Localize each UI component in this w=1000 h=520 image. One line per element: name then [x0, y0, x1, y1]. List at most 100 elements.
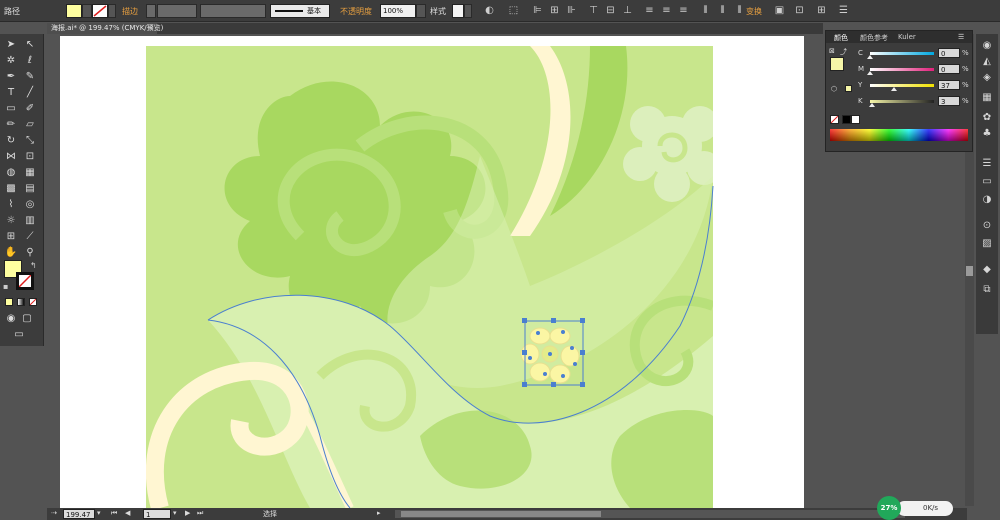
color-mode-icon[interactable]	[5, 298, 13, 306]
opacity-dropdown[interactable]	[416, 4, 426, 18]
brushes-icon[interactable]: ✿	[981, 112, 993, 124]
doc-info-icon[interactable]: ⇢	[51, 509, 57, 517]
panel-menu-icon[interactable]: ☰	[958, 33, 964, 41]
slice-tool-icon[interactable]: ⟋	[23, 230, 37, 244]
perspective-grid-tool-icon[interactable]: ▦	[23, 166, 37, 180]
yellow-slider-track[interactable]	[870, 84, 934, 87]
lasso-tool-icon[interactable]: ℓ	[23, 54, 37, 68]
none-mini-icon[interactable]: ⊠	[829, 47, 835, 55]
none-mode-icon[interactable]	[29, 298, 37, 306]
magic-wand-tool-icon[interactable]: ✲	[4, 54, 18, 68]
brush-definition-dropdown[interactable]: 基本	[270, 4, 330, 18]
align-middle-icon[interactable]: ⊟	[605, 5, 616, 16]
none-swatch[interactable]	[830, 115, 839, 124]
isolate-icon[interactable]: ▣	[774, 5, 785, 16]
rotate-tool-icon[interactable]: ↻	[4, 134, 18, 148]
canvas-area[interactable]	[47, 34, 823, 508]
cyan-slider-knob[interactable]	[867, 55, 873, 59]
pencil-tool-icon[interactable]: ✏	[4, 118, 18, 132]
network-speed-widget[interactable]: 0K/s 27%	[877, 496, 955, 520]
transparency-icon[interactable]: ◑	[981, 194, 993, 206]
eraser-tool-icon[interactable]: ▱	[23, 118, 37, 132]
last-artboard-icon[interactable]: ⏭	[197, 509, 203, 518]
width-tool-icon[interactable]: ⋈	[4, 150, 18, 164]
align-bottom-icon[interactable]: ⊥	[622, 5, 633, 16]
first-artboard-icon[interactable]: ⏮	[111, 509, 117, 518]
distribute-bottom-icon[interactable]: ≡	[678, 5, 689, 16]
vertical-scroll-thumb[interactable]	[966, 266, 973, 276]
stroke-weight-stepper[interactable]	[146, 4, 156, 18]
distribute-center-icon[interactable]: ⫴	[717, 5, 728, 16]
free-transform-tool-icon[interactable]: ⊡	[23, 150, 37, 164]
swap-mini-icon[interactable]: ⤴	[840, 47, 847, 57]
artboard-dropdown-icon[interactable]: ▾	[173, 509, 177, 517]
swap-fill-stroke-icon[interactable]: ↰	[30, 261, 37, 270]
black-slider-track[interactable]	[870, 100, 934, 103]
shape-builder-tool-icon[interactable]: ◍	[4, 166, 18, 180]
poster-artwork[interactable]	[60, 36, 804, 508]
control-menu-icon[interactable]: ☰	[838, 5, 849, 16]
gradient-mode-icon[interactable]	[17, 298, 25, 306]
opacity-label[interactable]: 不透明度	[340, 6, 372, 17]
stroke-panel-icon[interactable]: ☰	[981, 158, 993, 170]
gradient-tool-icon[interactable]: ▤	[23, 182, 37, 196]
fill-swatch[interactable]	[66, 4, 82, 18]
graphic-style-swatch[interactable]	[452, 4, 464, 18]
artboard-number-field[interactable]: 1	[143, 509, 171, 519]
rectangle-tool-icon[interactable]: ▭	[4, 102, 18, 116]
column-graph-tool-icon[interactable]: ▥	[23, 214, 37, 228]
gradient-panel-icon[interactable]: ▭	[981, 176, 993, 188]
graphic-styles-icon[interactable]: ▨	[981, 238, 993, 250]
current-fill-color[interactable]	[830, 57, 844, 71]
fill-dropdown[interactable]	[82, 4, 92, 18]
close-tab-icon[interactable]: ×	[148, 23, 154, 34]
distribute-top-icon[interactable]: ≡	[644, 5, 655, 16]
direct-selection-tool-icon[interactable]: ↖	[23, 38, 37, 52]
horizontal-scrollbar[interactable]	[395, 510, 905, 518]
selection-tool-icon[interactable]: ➤	[4, 38, 18, 52]
zoom-level-field[interactable]: 199.47	[63, 509, 95, 519]
stroke-swatch[interactable]	[92, 4, 108, 18]
zoom-tool-icon[interactable]: ⚲	[23, 246, 37, 260]
distribute-right-icon[interactable]: ⫴	[734, 5, 745, 16]
color-guide-icon[interactable]: ◭	[981, 56, 993, 68]
document-tab[interactable]: 海报.ai* @ 199.47% (CMYK/预览) ×	[47, 23, 163, 34]
magenta-slider-track[interactable]	[870, 68, 934, 71]
pen-tool-icon[interactable]: ✒	[4, 70, 18, 84]
stroke-color-box[interactable]	[16, 272, 34, 290]
transform-label[interactable]: 变换	[746, 6, 762, 17]
stroke-dropdown[interactable]	[108, 4, 116, 18]
stroke-weight-field[interactable]	[157, 4, 197, 18]
hand-tool-icon[interactable]: ✋	[4, 246, 18, 260]
yellow-value-field[interactable]: 37	[938, 80, 960, 90]
status-menu-icon[interactable]: ▸	[377, 509, 381, 517]
black-swatch[interactable]	[842, 115, 851, 124]
align-center-icon[interactable]: ⊞	[549, 5, 560, 16]
default-fill-stroke-icon[interactable]: ▪	[3, 282, 8, 291]
tab-color[interactable]: 颜色	[834, 33, 848, 43]
distribute-left-icon[interactable]: ⫴	[700, 5, 711, 16]
zoom-dropdown-icon[interactable]: ▾	[97, 509, 101, 517]
color-spectrum[interactable]	[830, 129, 968, 141]
cyan-slider-track[interactable]	[870, 52, 934, 55]
color-panel-icon[interactable]: ◉	[981, 40, 993, 52]
edit-group-icon[interactable]: ⊡	[794, 5, 805, 16]
stroke-label[interactable]: 描边	[122, 6, 138, 17]
gamut-color-chip[interactable]	[845, 85, 852, 92]
variable-width-dropdown[interactable]	[200, 4, 266, 18]
swatches-icon[interactable]: ▦	[981, 92, 993, 104]
line-tool-icon[interactable]: ╱	[23, 86, 37, 100]
next-artboard-icon[interactable]: ▶	[185, 509, 190, 517]
distribute-middle-icon[interactable]: ≡	[661, 5, 672, 16]
align-top-icon[interactable]: ⊤	[588, 5, 599, 16]
align-to-icon[interactable]: ⬚	[508, 5, 519, 16]
mesh-tool-icon[interactable]: ▩	[4, 182, 18, 196]
artboards-icon[interactable]: ⧉	[981, 284, 993, 296]
scale-tool-icon[interactable]: ⤡	[23, 134, 37, 148]
paintbrush-tool-icon[interactable]: ✐	[23, 102, 37, 116]
cyan-value-field[interactable]: 0	[938, 48, 960, 58]
align-right-icon[interactable]: ⊪	[566, 5, 577, 16]
draw-mode-icon[interactable]: ◉	[4, 312, 18, 326]
layers-icon[interactable]: ◆	[981, 264, 993, 276]
appearance-icon[interactable]: ⊙	[981, 220, 993, 232]
